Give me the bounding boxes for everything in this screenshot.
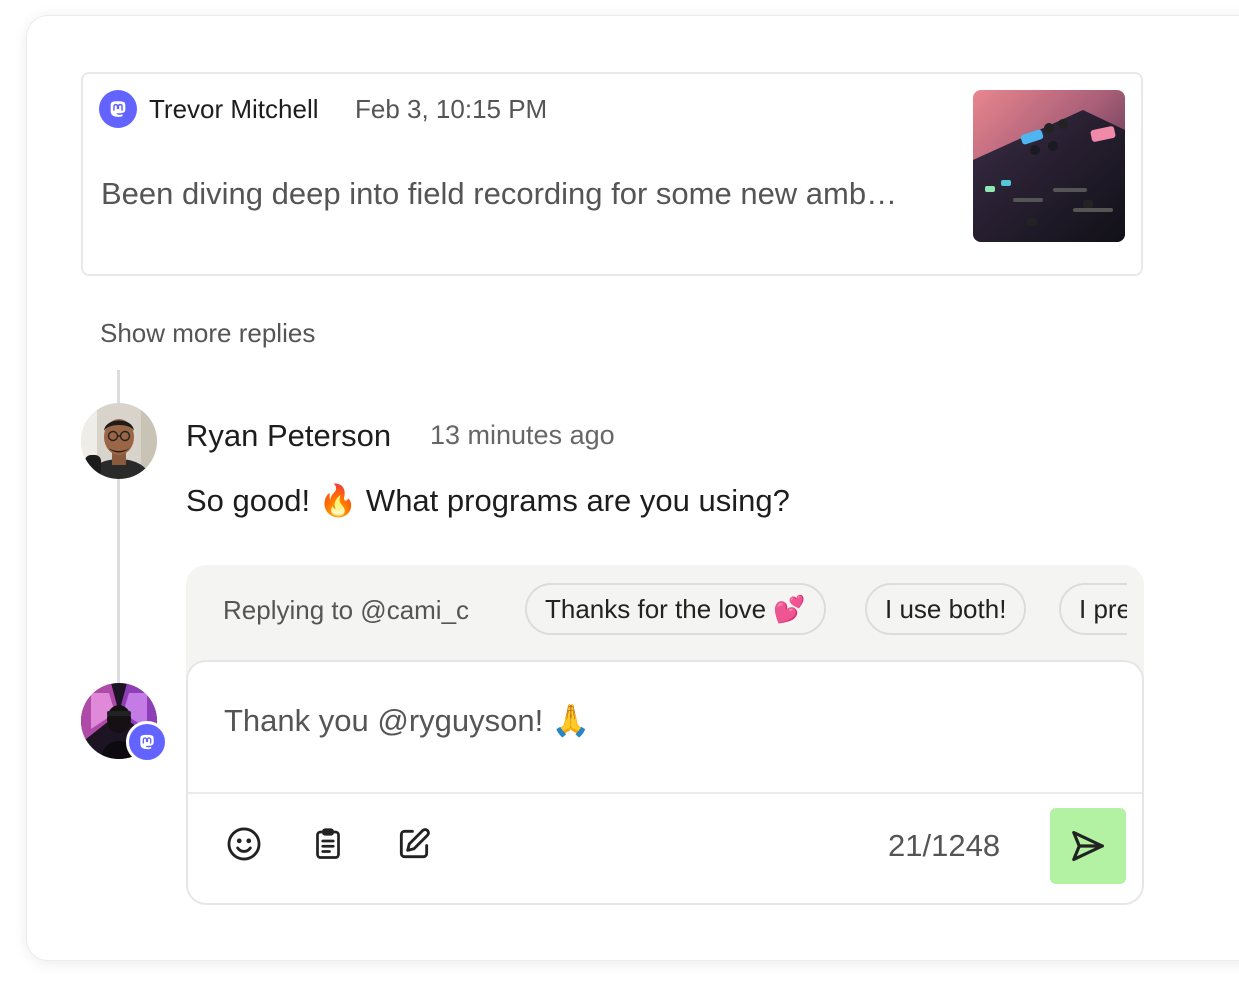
reply-author[interactable]: Ryan Peterson bbox=[186, 418, 391, 454]
post-author[interactable]: Trevor Mitchell bbox=[149, 94, 319, 125]
clipboard-icon[interactable] bbox=[306, 822, 350, 866]
send-icon bbox=[1072, 830, 1104, 862]
send-button[interactable] bbox=[1050, 808, 1126, 884]
suggestion-chip[interactable]: I pre bbox=[1059, 583, 1127, 635]
reply-timestamp: 13 minutes ago bbox=[430, 420, 615, 450]
suggestion-chips: Thanks for the love 💕 I use both! I pre bbox=[525, 583, 1127, 641]
show-more-replies-link[interactable]: Show more replies bbox=[100, 318, 315, 349]
edit-icon[interactable] bbox=[392, 822, 436, 866]
replying-to-label: Replying to @cami_c bbox=[223, 595, 470, 625]
mastodon-icon bbox=[99, 90, 137, 128]
reply-composer: Replying to @cami_c Thanks for the love … bbox=[186, 565, 1144, 905]
reply-editor[interactable]: Thank you @ryguyson! 🙏 21/1248 bbox=[186, 660, 1144, 905]
suggestion-chip[interactable]: I use both! bbox=[865, 583, 1027, 635]
mastodon-badge-icon bbox=[126, 721, 168, 763]
post-thumbnail[interactable] bbox=[973, 90, 1125, 242]
emoji-icon[interactable] bbox=[222, 822, 266, 866]
reply-input[interactable]: Thank you @ryguyson! 🙏 bbox=[224, 702, 590, 739]
editor-divider bbox=[188, 792, 1142, 794]
original-post[interactable]: Trevor Mitchell Feb 3, 10:15 PM Been div… bbox=[81, 72, 1143, 276]
avatar-ryan-peterson[interactable] bbox=[81, 403, 157, 479]
reply-text: So good! 🔥 What programs are you using? bbox=[186, 483, 790, 518]
post-timestamp: Feb 3, 10:15 PM bbox=[355, 94, 548, 124]
suggestion-chip[interactable]: Thanks for the love 💕 bbox=[525, 583, 826, 635]
character-counter: 21/1248 bbox=[888, 828, 1001, 863]
post-text: Been diving deep into field recording fo… bbox=[101, 176, 898, 211]
